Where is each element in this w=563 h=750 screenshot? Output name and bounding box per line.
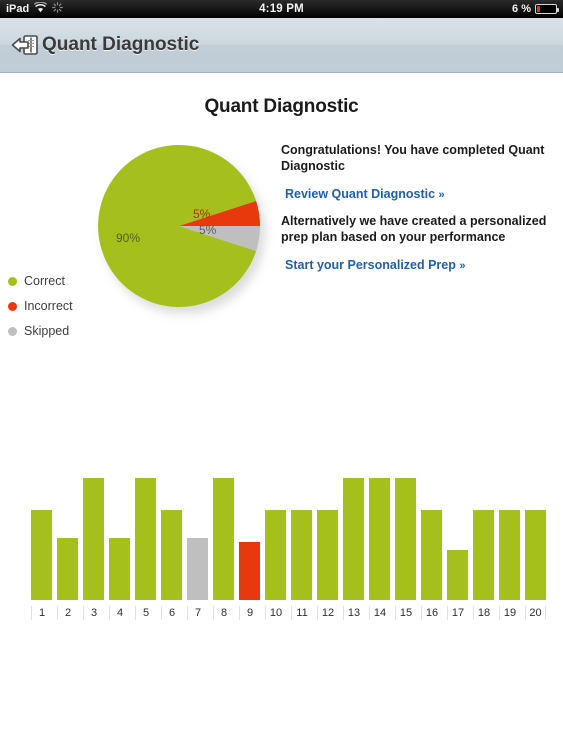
pie-chart: 90% 5% 5% [98, 145, 265, 314]
bar-15-correct [395, 478, 416, 600]
x-axis-tick-16: 16 [421, 606, 442, 620]
legend-swatch-incorrect [8, 301, 17, 311]
bar-14-correct [369, 478, 390, 600]
legend-swatch-skipped [8, 326, 17, 336]
bar-chart-x-axis: 1 2 3 4 5 6 7 8 9 10 11 12 13 14 15 16 17 18 19 20 [31, 602, 546, 624]
bar-column[interactable] [135, 478, 156, 600]
bar-9-incorrect [239, 542, 260, 600]
x-axis-tick-4: 4 [109, 606, 130, 620]
bar-column[interactable] [291, 478, 312, 600]
bar-1-correct [31, 510, 52, 600]
content-area: Quant Diagnostic Correct Incorrect Skipp… [0, 74, 563, 750]
legend-label-skipped: Skipped [24, 324, 70, 338]
pie-chart-svg [98, 145, 260, 307]
bar-17-correct [447, 550, 468, 600]
bar-column[interactable] [239, 478, 260, 600]
battery-fill [537, 6, 540, 12]
x-axis-tick-7: 7 [187, 606, 208, 620]
x-axis-tick-5: 5 [135, 606, 156, 620]
x-axis-tick-17: 17 [447, 606, 468, 620]
bar-column[interactable] [83, 478, 104, 600]
bar-2-correct [57, 538, 78, 600]
bar-column[interactable] [343, 478, 364, 600]
status-bar-right: 6 % [512, 0, 559, 18]
start-personalized-prep-link[interactable]: Start your Personalized Prep » [281, 249, 549, 284]
x-axis-tick-20: 20 [525, 606, 546, 620]
x-axis-tick-6: 6 [161, 606, 182, 620]
x-axis-tick-12: 12 [317, 606, 338, 620]
x-axis-tick-10: 10 [265, 606, 286, 620]
pie-chart-legend: Correct Incorrect Skipped [8, 274, 73, 338]
bar-7-skipped [187, 538, 208, 600]
page-title: Quant Diagnostic [204, 96, 359, 117]
alternative-text: Alternatively we have created a personal… [281, 214, 547, 244]
pie-label-skipped: 5% [199, 223, 217, 237]
bar-column[interactable] [525, 478, 546, 600]
x-axis-tick-13: 13 [343, 606, 364, 620]
bar-column[interactable] [395, 478, 416, 600]
bar-column[interactable] [317, 478, 338, 600]
bar-5-correct [135, 478, 156, 600]
bar-19-correct [499, 510, 520, 600]
bar-18-correct [473, 510, 494, 600]
x-axis-tick-3: 3 [83, 606, 104, 620]
question-results-bar-chart: 1 2 3 4 5 6 7 8 9 10 11 12 13 14 15 16 17 18 19 20 [0, 464, 563, 624]
review-link-chevron-icon: » [438, 189, 445, 201]
x-axis-tick-11: 11 [291, 606, 312, 620]
legend-item-incorrect: Incorrect [8, 299, 73, 313]
bar-column[interactable] [369, 478, 390, 600]
x-axis-tick-15: 15 [395, 606, 416, 620]
bar-13-correct [343, 478, 364, 600]
bar-20-correct [525, 510, 546, 600]
x-axis-tick-1: 1 [31, 606, 52, 620]
battery-icon [535, 4, 559, 14]
bar-column[interactable] [31, 478, 52, 600]
ios-status-bar: iPad 4:19 PM 6 % [0, 0, 563, 18]
bar-column[interactable] [187, 478, 208, 600]
bar-8-correct [213, 478, 234, 600]
x-axis-tick-19: 19 [499, 606, 520, 620]
bar-11-correct [291, 510, 312, 600]
bar-column[interactable] [109, 478, 130, 600]
bar-6-correct [161, 510, 182, 600]
x-axis-tick-8: 8 [213, 606, 234, 620]
x-axis-tick-2: 2 [57, 606, 78, 620]
battery-percent-label: 6 % [512, 3, 531, 15]
bar-10-correct [265, 510, 286, 600]
start-personalized-prep-link-label: Start your Personalized Prep [285, 258, 456, 272]
bar-16-correct [421, 510, 442, 600]
pie-label-incorrect: 5% [193, 207, 211, 221]
clock-label: 4:19 PM [259, 3, 304, 15]
bar-column[interactable] [499, 478, 520, 600]
review-diagnostic-link-label: Review Quant Diagnostic [285, 187, 436, 201]
x-axis-tick-14: 14 [369, 606, 390, 620]
congratulations-text: Congratulations! You have completed Quan… [281, 143, 545, 173]
legend-item-correct: Correct [8, 274, 73, 288]
prep-link-chevron-icon: » [459, 260, 466, 272]
pie-label-correct: 90% [116, 231, 141, 245]
completion-info-panel: Congratulations! You have completed Quan… [281, 142, 549, 284]
bar-column[interactable] [57, 478, 78, 600]
bar-3-correct [83, 478, 104, 600]
bar-column[interactable] [265, 478, 286, 600]
legend-swatch-correct [8, 276, 17, 286]
x-axis-tick-18: 18 [473, 606, 494, 620]
bar-column[interactable] [473, 478, 494, 600]
legend-item-skipped: Skipped [8, 324, 73, 338]
pie-chart-block: Correct Incorrect Skipped 90% 5% 5% [0, 134, 275, 394]
bar-column[interactable] [213, 478, 234, 600]
bar-column[interactable] [161, 478, 182, 600]
bar-4-correct [109, 538, 130, 600]
navigation-bar-title: Quant Diagnostic [42, 34, 200, 55]
bar-column[interactable] [447, 478, 468, 600]
legend-label-incorrect: Incorrect [24, 299, 73, 313]
navigation-bar: Quant Diagnostic [0, 18, 563, 73]
bar-12-correct [317, 510, 338, 600]
review-diagnostic-link[interactable]: Review Quant Diagnostic » [281, 178, 549, 213]
x-axis-tick-9: 9 [239, 606, 260, 620]
legend-label-correct: Correct [24, 274, 65, 288]
bar-chart-bars [31, 478, 546, 600]
bar-column[interactable] [421, 478, 442, 600]
back-arrow-panel-icon[interactable] [10, 32, 40, 58]
